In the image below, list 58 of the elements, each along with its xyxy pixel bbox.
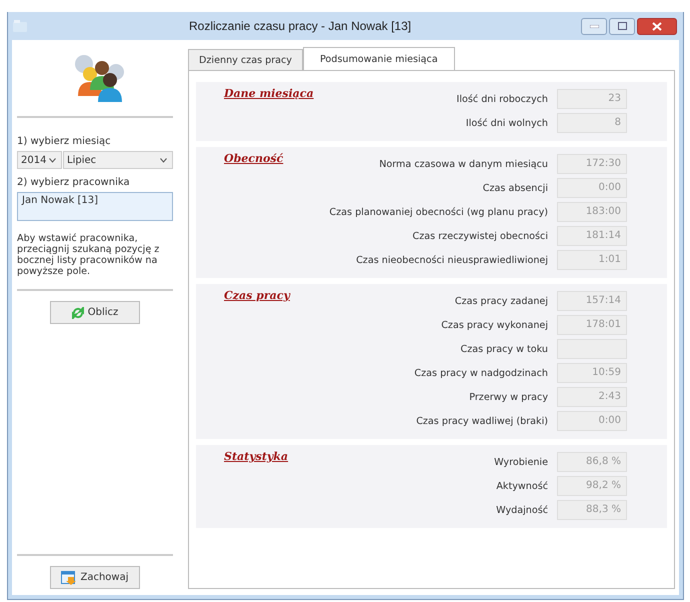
- field-label: Czas rzeczywistej obecności: [412, 230, 548, 242]
- field-label: Czas pracy wadliwej (braki): [416, 416, 548, 426]
- field-label: Aktywność: [496, 480, 548, 492]
- chevron-down-icon: [160, 158, 167, 162]
- value-field: [557, 339, 627, 359]
- maximize-button[interactable]: [609, 18, 635, 34]
- field-label: Norma czasowa w danym miesiącu: [379, 158, 548, 170]
- field-label: Czas nieobecności nieusprawiedliwionej: [356, 254, 548, 266]
- field-label: Wyrobienie: [494, 456, 548, 468]
- field-label: Czas absencji: [482, 182, 548, 194]
- tab[interactable]: Podsumowanie miesiąca: [302, 47, 455, 70]
- value-field: 0:00: [557, 411, 627, 431]
- chevron-down-icon: [49, 158, 56, 162]
- value-field: 88,3 %: [557, 500, 627, 520]
- section-title: Dane miesiąca: [224, 87, 314, 102]
- section-title: Obecność: [224, 152, 284, 167]
- field-label: Czas pracy w toku: [460, 344, 548, 354]
- value-field: 10:59: [557, 363, 627, 383]
- value-field: 8: [557, 113, 627, 133]
- month-dropdown[interactable]: Lipiec: [63, 151, 173, 169]
- field-label: Ilość dni wolnych: [466, 118, 548, 128]
- field-label: Przerwy w pracy: [469, 392, 548, 402]
- value-field: 172:30: [557, 154, 627, 174]
- value-field: 1:01: [557, 250, 627, 270]
- month-label: 1) wybierz miesiąc: [17, 136, 112, 147]
- hint-text: Aby wstawić pracownika, przeciągnij szukaną pozycję z bocznej listy pracowników na powyższe pole.: [17, 233, 160, 278]
- employee-field[interactable]: Jan Nowak [13]: [17, 192, 173, 221]
- field-label: Czas pracy w nadgodzinach: [414, 368, 548, 378]
- value-field: 178:01: [557, 315, 627, 335]
- value-field: 23: [557, 89, 627, 109]
- folder-icon: [13, 20, 27, 32]
- maximize-icon: [618, 22, 626, 30]
- field-label: Czas planowaniej obecności (wg planu pracy): [329, 206, 548, 218]
- value-field: 0:00: [557, 178, 627, 198]
- close-button[interactable]: [637, 18, 677, 34]
- field-label: Ilość dni roboczych: [456, 94, 548, 104]
- minimize-icon: [590, 24, 598, 28]
- year-dropdown[interactable]: 2014: [17, 151, 62, 169]
- value-field: 98,2 %: [557, 476, 627, 496]
- minimize-button[interactable]: [581, 18, 607, 34]
- tab[interactable]: Dzienny czas pracy: [188, 49, 303, 70]
- employee-label: 2) wybierz pracownika: [17, 177, 131, 188]
- close-icon: [652, 22, 662, 30]
- window-title: Rozliczanie czasu pracy - Jan Nowak [13]: [189, 19, 412, 33]
- value-field: 183:00: [557, 202, 627, 222]
- value-field: 157:14: [557, 291, 627, 311]
- field-label: Wydajność: [496, 504, 548, 516]
- calculate-button[interactable]: Oblicz: [50, 301, 140, 324]
- section-title: Statystyka: [224, 450, 288, 465]
- refresh-icon: [72, 306, 84, 319]
- section-title: Czas pracy: [224, 289, 290, 304]
- save-window-icon: [61, 570, 76, 584]
- value-field: 86,8 %: [557, 452, 627, 472]
- field-label: Czas pracy zadanej: [454, 296, 548, 306]
- field-label: Czas pracy wykonanej: [441, 320, 548, 330]
- value-field: 181:14: [557, 226, 627, 246]
- value-field: 2:43: [557, 387, 627, 407]
- save-button[interactable]: Zachowaj: [50, 566, 140, 589]
